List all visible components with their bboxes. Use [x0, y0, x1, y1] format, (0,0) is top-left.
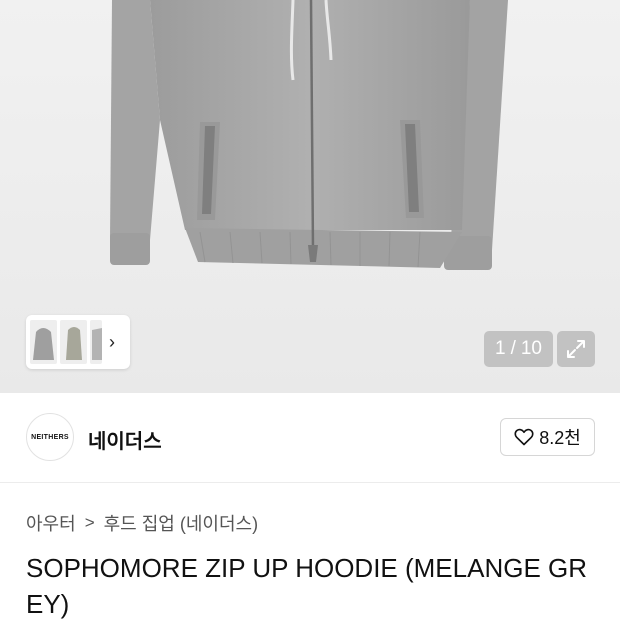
counter-total: 10	[520, 338, 542, 359]
breadcrumb: 아우터 > 후드 집업 (네이더스)	[26, 510, 258, 536]
brand-row: NEITHERS 네이더스 8.2천	[0, 393, 620, 483]
breadcrumb-item-hood-zipup[interactable]: 후드 집업 (네이더스)	[104, 510, 258, 536]
heart-icon	[514, 428, 534, 446]
expand-button[interactable]	[557, 331, 595, 367]
product-title: SOPHOMORE ZIP UP HOODIE (MELANGE GREY)	[26, 553, 588, 619]
expand-icon	[567, 340, 585, 358]
counter-current: 1	[495, 338, 506, 359]
image-counter: 1 / 10	[484, 331, 553, 367]
thumbnail-side[interactable]	[60, 320, 87, 364]
counter-separator: /	[510, 338, 516, 359]
thumbnail-front[interactable]	[30, 320, 57, 364]
product-image-gallery[interactable]: › 1 / 10	[0, 0, 620, 393]
chevron-right-icon[interactable]: ›	[109, 332, 115, 353]
thumbnail-back[interactable]	[90, 320, 102, 364]
breadcrumb-separator-icon: >	[84, 513, 95, 532]
like-button[interactable]: 8.2천	[500, 418, 595, 456]
breadcrumb-item-outer[interactable]: 아우터	[26, 510, 76, 536]
thumbnail-strip[interactable]: ›	[26, 315, 130, 369]
brand-name[interactable]: 네이더스	[88, 425, 162, 454]
brand-logo[interactable]: NEITHERS	[26, 413, 74, 461]
like-count: 8.2천	[539, 428, 581, 448]
brand-logo-text: NEITHERS	[31, 433, 69, 441]
